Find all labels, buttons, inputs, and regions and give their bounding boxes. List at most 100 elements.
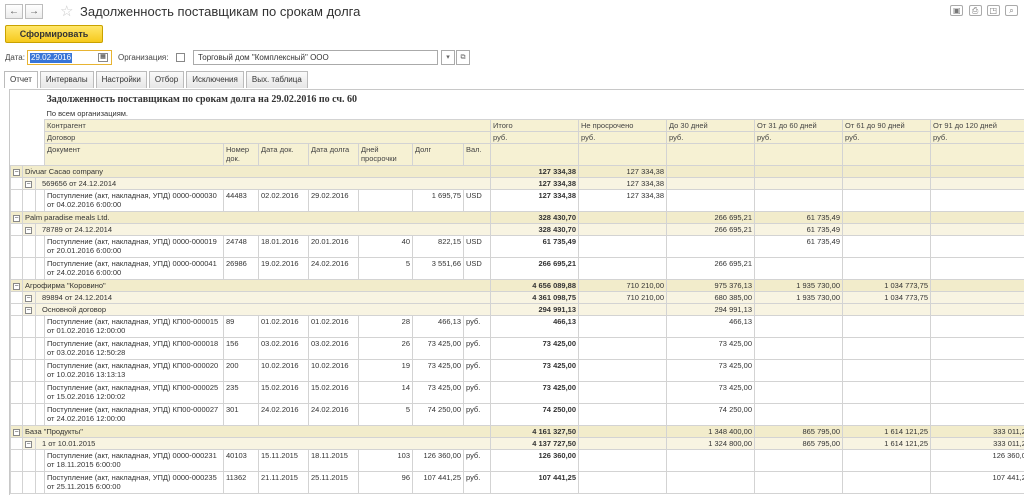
collapse-toggle-icon[interactable]: − [25, 227, 32, 234]
collapse-toggle-icon[interactable]: − [13, 283, 20, 290]
table-row[interactable]: Поступление (акт, накладная, УПД) 0000-0… [10, 235, 1024, 258]
collapse-toggle-icon[interactable]: − [13, 215, 20, 222]
amount-cell [930, 291, 1024, 304]
table-row[interactable]: Поступление (акт, накладная, УПД) 0000-0… [10, 449, 1024, 472]
debt-amount: 1 695,75 [412, 189, 464, 212]
amount-cell [930, 403, 1024, 426]
amount-cell: 1 348 400,00 [666, 425, 756, 438]
overdue-days: 26 [358, 337, 413, 360]
save-icon[interactable]: ▣ [950, 5, 964, 16]
header-overdue-days: Дней просрочки [358, 143, 413, 166]
collapse-toggle-icon[interactable]: − [13, 429, 20, 436]
amount-cell: 127 334,38 [578, 165, 668, 178]
doc-number: 26986 [223, 257, 259, 280]
collapse-toggle-icon[interactable]: − [13, 169, 20, 176]
forward-button[interactable]: → [25, 4, 43, 19]
table-row[interactable]: Поступление (акт, накладная, УПД) КП00-0… [10, 315, 1024, 338]
amount-cell [930, 257, 1024, 280]
tab-filter[interactable]: Отбор [148, 71, 185, 88]
amount-cell: 266 695,21 [666, 223, 756, 236]
title-bar: ← → ☆ Задолженность поставщикам по срока… [0, 0, 1024, 22]
collapse-toggle-icon[interactable]: − [25, 307, 32, 314]
table-row[interactable]: Поступление (акт, накладная, УПД) КП00-0… [10, 381, 1024, 404]
currency: USD [462, 257, 492, 280]
group-row[interactable]: −78789 от 24.12.2014 328 430,70 266 695,21… [10, 223, 1024, 236]
group-row[interactable]: − База "Продукты" 4 161 327,50 1 348 400,00… [10, 425, 1024, 438]
collapse-toggle-icon[interactable]: − [25, 295, 32, 302]
tab-intervals[interactable]: Интервалы [39, 71, 94, 88]
group-row[interactable]: − Агрофирма "Коровино" 4 656 089,88 710 210… [10, 279, 1024, 292]
search-icon[interactable]: ⌕ [1005, 5, 1018, 16]
amount-cell [754, 257, 844, 280]
group-row[interactable]: − Divuar Cacao company 127 334,38 127 334,3… [10, 165, 1024, 178]
header-bucket-1: Не просрочено [578, 119, 668, 132]
tab-exclusions[interactable]: Исключения [186, 71, 244, 88]
amount-cell [930, 279, 1024, 292]
amount-cell: 4 656 089,88 [490, 279, 580, 292]
collapse-toggle-icon[interactable]: − [25, 441, 32, 448]
amount-cell [578, 315, 668, 338]
debt-amount: 73 425,00 [412, 359, 464, 382]
header-unit-4: руб. [842, 131, 932, 144]
calendar-icon[interactable]: ▦ [98, 53, 108, 62]
doc-number: 200 [223, 359, 259, 382]
window-tools: ▣ ⎙ ◳ ⌕ [947, 5, 1018, 16]
header-bucket-4: От 61 до 90 дней [842, 119, 932, 132]
chevron-down-icon[interactable]: ▾ [441, 50, 455, 65]
group-row[interactable]: − Palm paradise meals Ltd. 328 430,70 266 6… [10, 211, 1024, 224]
preview-icon[interactable]: ◳ [986, 5, 1000, 16]
amount-cell [754, 381, 844, 404]
amount-cell: 73 425,00 [490, 381, 580, 404]
amount-cell [930, 337, 1024, 360]
back-button[interactable]: ← [5, 4, 23, 19]
debt-amount: 126 360,00 [412, 449, 464, 472]
amount-cell [842, 471, 932, 494]
report-heading-row: Задолженность поставщикам по срокам долг… [11, 90, 1024, 108]
table-row[interactable]: Поступление (акт, накладная, УПД) КП00-0… [10, 337, 1024, 360]
overdue-days: 5 [358, 403, 413, 426]
doc-date: 15.11.2015 [258, 449, 309, 472]
amount-cell [578, 211, 668, 224]
debt-date: 20.01.2016 [308, 235, 359, 258]
table-row[interactable]: Поступление (акт, накладная, УПД) 0000-0… [10, 471, 1024, 494]
amount-cell [754, 471, 844, 494]
group-row[interactable]: − Основной договор 294 991,13 294 991,13 [10, 303, 1024, 316]
tab-report[interactable]: Отчет [4, 71, 38, 88]
amount-cell: 73 425,00 [666, 381, 756, 404]
amount-cell: 266 695,21 [490, 257, 580, 280]
debt-date: 18.11.2015 [308, 449, 359, 472]
org-field[interactable]: Торговый дом "Комплексный" ООО [193, 50, 438, 65]
tab-settings[interactable]: Настройки [95, 71, 147, 88]
date-field[interactable]: 29.02.2016 ▦ [27, 50, 112, 65]
amount-cell: 74 250,00 [490, 403, 580, 426]
table-row[interactable]: Поступление (акт, накладная, УПД) КП00-0… [10, 403, 1024, 426]
document-name: Поступление (акт, накладная, УПД) 0000-0… [44, 471, 224, 494]
amount-cell: 127 334,38 [490, 165, 580, 178]
table-row[interactable]: Поступление (акт, накладная, УПД) 0000-0… [10, 189, 1024, 212]
amount-cell [754, 337, 844, 360]
amount-cell: 4 137 727,50 [490, 437, 580, 450]
header-bucket-3: От 31 до 60 дней [754, 119, 844, 132]
debt-amount: 3 551,66 [412, 257, 464, 280]
overdue-days [358, 189, 413, 212]
table-row[interactable]: Поступление (акт, накладная, УПД) 0000-0… [10, 257, 1024, 280]
open-link-icon[interactable]: ⧉ [456, 50, 470, 65]
debt-date: 01.02.2016 [308, 315, 359, 338]
group-row[interactable]: −569656 от 24.12.2014 127 334,38 127 334,3… [10, 177, 1024, 190]
amount-cell [842, 303, 932, 316]
tab-output-table[interactable]: Вых. таблица [245, 71, 308, 88]
favorite-star-icon[interactable]: ☆ [60, 2, 73, 20]
doc-number: 44483 [223, 189, 259, 212]
generate-button[interactable]: Сформировать [5, 25, 103, 43]
org-checkbox[interactable] [176, 53, 185, 62]
header-unit-1: руб. [578, 131, 668, 144]
print-icon[interactable]: ⎙ [968, 5, 982, 16]
group-row[interactable]: −89894 от 24.12.2014 4 361 098,75 710 210,… [10, 291, 1024, 304]
report-sheet[interactable]: Задолженность поставщикам по срокам долг… [9, 89, 1024, 495]
table-row[interactable]: Поступление (акт, накладная, УПД) КП00-0… [10, 359, 1024, 382]
amount-cell: 466,13 [490, 315, 580, 338]
collapse-toggle-icon[interactable]: − [25, 181, 32, 188]
contract-name: 1 от 10.01.2015 [34, 437, 492, 450]
group-row[interactable]: −1 от 10.01.2015 4 137 727,50 1 324 800,00… [10, 437, 1024, 450]
amount-cell [578, 449, 668, 472]
